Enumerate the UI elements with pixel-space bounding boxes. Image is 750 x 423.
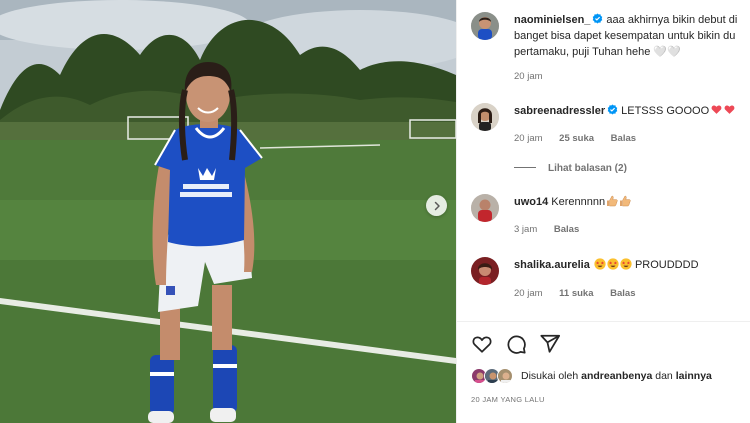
divider-line <box>514 167 536 168</box>
star-struck-emoji-icon <box>607 258 619 270</box>
verified-badge-icon <box>607 104 618 115</box>
comment-body: sabreenadressler LETSSS GOOOO <box>514 103 750 119</box>
post-photo <box>0 0 456 423</box>
comment-username[interactable]: sabreenadressler <box>514 105 605 117</box>
likes-text: Disukai oleh andreanbenya dan lainnya <box>521 370 712 382</box>
liker-username[interactable]: andreanbenya <box>581 370 652 382</box>
comment-body: naominielsen_ aaa akhirnya bikin debut di… <box>514 12 750 60</box>
verified-badge-icon <box>593 13 603 24</box>
avatar[interactable] <box>471 103 499 131</box>
comment-bubble-icon <box>507 335 526 354</box>
comments-panel: naominielsen_ aaa akhirnya bikin debut di… <box>456 0 750 423</box>
likes-conjunction: dan <box>655 370 673 382</box>
likes-prefix: Disukai oleh <box>521 370 579 382</box>
comment-meta: 20 jam 25 suka Balas <box>514 133 650 144</box>
comment-time[interactable]: 20 jam <box>514 288 543 299</box>
heart-outline-icon <box>472 336 492 353</box>
comment-text: aaa akhirnya bikin debut di <box>606 14 738 26</box>
avatar[interactable] <box>471 194 499 222</box>
section-divider <box>457 321 750 322</box>
comment-body: uwo14 Kerennnnn <box>514 194 750 210</box>
red-heart-emoji-icon <box>711 105 722 114</box>
liker-avatar[interactable] <box>497 368 513 384</box>
star-struck-emoji-icon <box>594 258 606 270</box>
star-struck-emoji-icon <box>620 258 632 270</box>
red-heart-emoji-icon <box>724 105 735 114</box>
reply-button[interactable]: Balas <box>611 133 636 144</box>
comment-meta: 20 jam <box>514 71 557 82</box>
comments-list: naominielsen_ aaa akhirnya bikin debut di… <box>457 0 750 322</box>
avatar[interactable] <box>471 257 499 285</box>
comment-time[interactable]: 20 jam <box>514 133 543 144</box>
comment-text: Kerennnnn <box>551 196 606 208</box>
comment-username[interactable]: shalika.aurelia <box>514 259 590 271</box>
post-photo-scene <box>0 0 456 423</box>
comment-text: banget bisa dapet kesempatan untuk bikin… <box>514 30 736 42</box>
chevron-right-icon <box>434 201 440 210</box>
share-button[interactable] <box>539 333 561 355</box>
comment-text: pertamaku, puji Tuhan hehe 🤍🤍 <box>514 46 681 58</box>
thumbs-up-emoji-icon <box>607 195 618 207</box>
likes-others-link[interactable]: lainnya <box>676 370 712 382</box>
comment-username[interactable]: uwo14 <box>514 196 548 208</box>
thumbs-up-emoji-icon <box>620 195 631 207</box>
comment-text: PROUDDDD <box>634 259 699 271</box>
comment-button[interactable] <box>505 333 527 355</box>
comment-like-count[interactable]: 25 suka <box>559 133 594 144</box>
comment-body: shalika.aurelia PROUDDDD <box>514 257 750 273</box>
comment-time[interactable]: 3 jam <box>514 224 537 235</box>
reply-button[interactable]: Balas <box>610 288 635 299</box>
avatar[interactable] <box>471 12 499 40</box>
comment-text: LETSSS GOOOO <box>621 105 710 117</box>
paper-plane-icon <box>540 334 561 353</box>
next-photo-button[interactable] <box>426 195 447 216</box>
comment-meta: 3 jam Balas <box>514 224 593 235</box>
comment-time[interactable]: 20 jam <box>514 71 543 82</box>
reply-button[interactable]: Balas <box>554 224 579 235</box>
comment-like-count[interactable]: 11 suka <box>559 288 593 299</box>
like-button[interactable] <box>471 333 493 355</box>
view-replies-button[interactable]: Lihat balasan (2) <box>514 163 627 174</box>
comment-meta: 20 jam 11 suka Balas <box>514 288 650 299</box>
comment-username[interactable]: naominielsen_ <box>514 14 590 26</box>
view-replies-label: Lihat balasan (2) <box>548 163 627 174</box>
post-timestamp[interactable]: 20 JAM YANG LALU <box>471 395 545 404</box>
